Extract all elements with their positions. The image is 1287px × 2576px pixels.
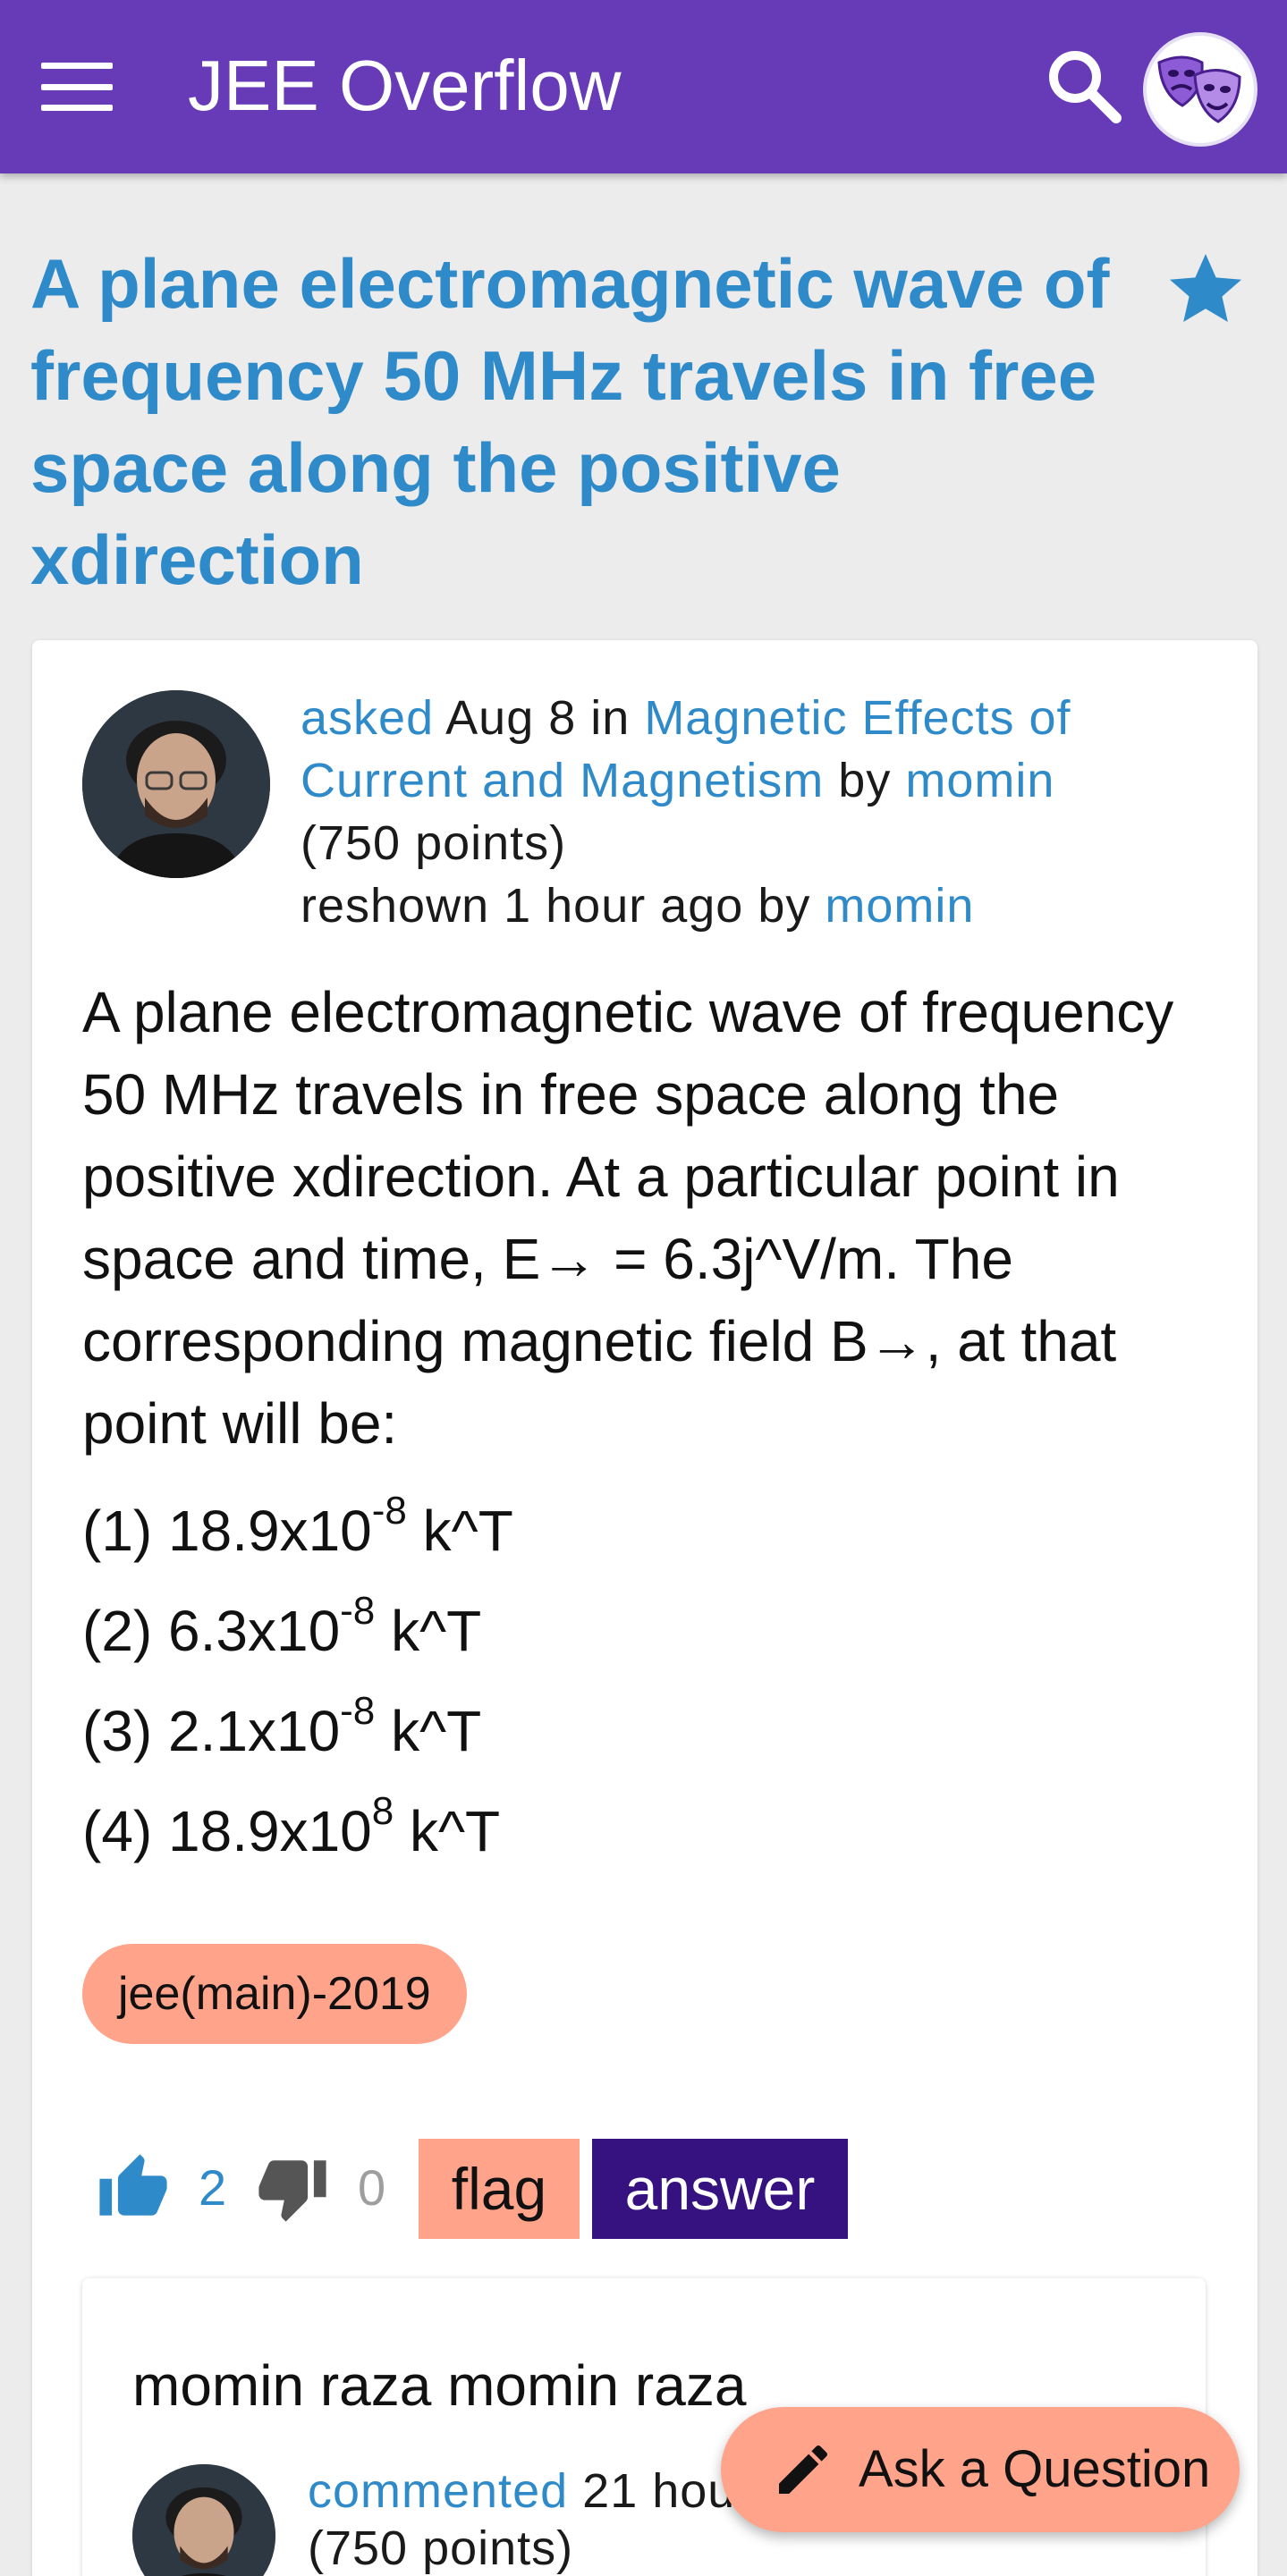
flag-button[interactable]: flag <box>419 2139 580 2239</box>
star-icon[interactable] <box>1163 247 1249 333</box>
option-1: (1) 18.9x10-8 k^T <box>82 1489 513 1564</box>
tag-chip[interactable]: jee(main)-2019 <box>82 1944 467 2044</box>
option-2: (2) 6.3x10-8 k^T <box>82 1589 482 1664</box>
asked-date: Aug 8 <box>445 691 577 745</box>
question-body: A plane electromagnetic wave of frequenc… <box>82 980 1174 1456</box>
author-link[interactable]: momin <box>905 754 1054 807</box>
thumbs-down-icon[interactable] <box>256 2151 329 2225</box>
question-card: asked Aug 8 in Magnetic Effects of Curre… <box>32 640 1257 2576</box>
search-icon[interactable] <box>1039 41 1129 131</box>
theater-masks-icon <box>1157 55 1241 123</box>
thumbs-up-icon[interactable] <box>97 2151 170 2225</box>
app-bar: JEE Overflow <box>0 0 1287 173</box>
asker-avatar[interactable] <box>82 690 270 878</box>
commented-link[interactable]: commented <box>308 2464 568 2518</box>
in-word: in <box>590 691 631 745</box>
user-avatar[interactable] <box>1143 32 1257 147</box>
ask-question-label: Ask a Question <box>859 2440 1211 2498</box>
question-meta: asked Aug 8 in Magnetic Effects of Curre… <box>301 687 1204 937</box>
downvote-count: 0 <box>358 2159 386 2216</box>
options-list: (1) 18.9x10-8 k^T (2) 6.3x10-8 k^T (3) 2… <box>82 1481 1191 1881</box>
by-word: by <box>838 754 892 807</box>
hamburger-menu-icon[interactable] <box>36 52 118 122</box>
commenter-avatar[interactable] <box>132 2464 275 2576</box>
comment-time: 21 hou <box>582 2464 736 2518</box>
upvote-count: 2 <box>199 2159 227 2216</box>
asked-link[interactable]: asked <box>301 691 434 745</box>
app-title[interactable]: JEE Overflow <box>188 43 622 129</box>
question-title[interactable]: A plane electromagnetic wave of frequenc… <box>30 238 1157 606</box>
option-4: (4) 18.9x108 k^T <box>82 1789 501 1864</box>
reshown-by-link[interactable]: momin <box>825 879 974 933</box>
author-points: (750 points) <box>301 816 567 870</box>
option-3: (3) 2.1x10-8 k^T <box>82 1689 482 1764</box>
answer-button[interactable]: answer <box>592 2139 848 2239</box>
reshown-text: reshown 1 hour ago by <box>301 879 811 933</box>
comment-text: momin raza momin raza <box>132 2353 747 2418</box>
ask-question-button[interactable]: Ask a Question <box>721 2407 1240 2532</box>
commenter-points: (750 points) <box>308 2521 574 2575</box>
pencil-icon <box>771 2437 835 2502</box>
